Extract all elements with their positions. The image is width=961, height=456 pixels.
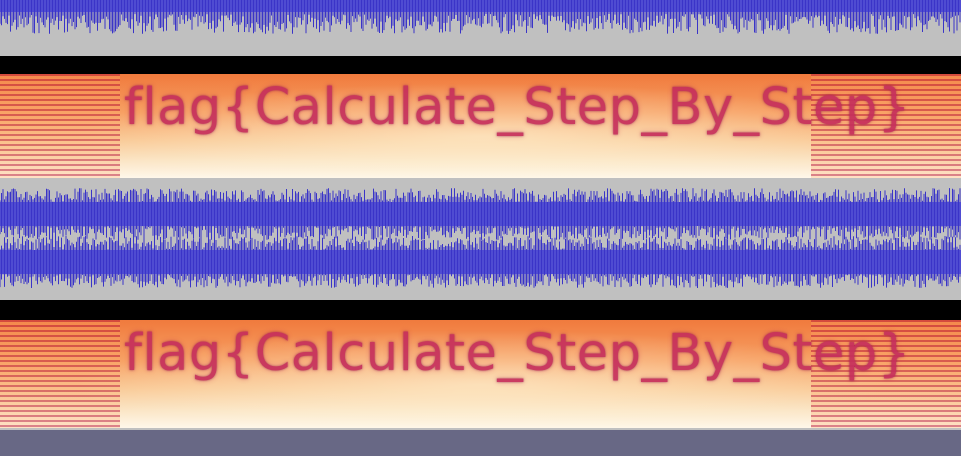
track-separator [0, 300, 961, 320]
waveform-peaks [0, 188, 961, 240]
waveform-peaks [0, 236, 961, 288]
spectrogram-noise-left [0, 320, 120, 428]
waveform-top [0, 0, 961, 34]
status-bar [0, 430, 961, 456]
spectrogram-hidden-text: flag{Calculate_Step_By_Step} [124, 324, 911, 383]
waveform-channel-right [0, 236, 961, 288]
spectrogram-channel-1[interactable]: flag{Calculate_Step_By_Step} [0, 74, 961, 178]
spectrogram-hidden-text: flag{Calculate_Step_By_Step} [124, 78, 911, 137]
waveform-peaks [0, 0, 961, 34]
waveform-track-stereo[interactable] [0, 178, 961, 300]
track-separator [0, 56, 961, 74]
waveform-stereo [0, 188, 961, 288]
spectrogram-channel-2[interactable]: flag{Calculate_Step_By_Step} [0, 320, 961, 428]
spectrogram-noise-left [0, 74, 120, 178]
waveform-track-top[interactable] [0, 0, 961, 56]
waveform-channel-left [0, 188, 961, 240]
